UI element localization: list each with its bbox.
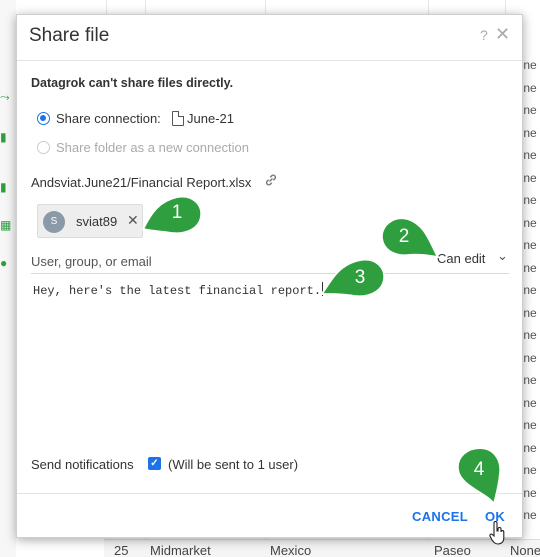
chip-close-icon[interactable]: ✕ <box>127 212 139 229</box>
grid-cell: Mexico <box>270 543 312 557</box>
connection-name: June-21 <box>187 111 234 126</box>
avatar: S <box>43 211 65 233</box>
callout-number: 2 <box>398 226 410 247</box>
message-text: Hey, here's the latest financial report. <box>33 284 322 298</box>
grid-cell: Paseo <box>434 543 471 557</box>
link-icon-svg <box>265 174 277 186</box>
recipient-name: sviat89 <box>76 214 118 229</box>
callout-number: 3 <box>354 267 366 288</box>
help-icon[interactable]: ? <box>480 27 488 43</box>
grid-cell: None <box>510 543 540 557</box>
left-toolbar: ⤳ ▮ ▮ ▦ ● <box>0 0 16 557</box>
callout-marker-1: 1 <box>141 193 205 242</box>
grid-icon: ▦ <box>0 218 12 232</box>
callout-number: 4 <box>473 459 485 480</box>
file-path: Andsviat.June21/Financial Report.xlsx <box>31 175 252 190</box>
callout-number: 1 <box>171 202 183 223</box>
file-icon <box>172 111 184 126</box>
hand-cursor-svg <box>489 521 505 545</box>
scatter-icon: ⤳ <box>0 90 10 104</box>
dialog-title: Share file <box>29 25 110 46</box>
close-icon[interactable]: ✕ <box>495 24 510 45</box>
callout-marker-4: 4 <box>454 446 504 511</box>
share-folder-label[interactable]: Share folder as a new connection <box>56 140 249 155</box>
divider <box>31 273 509 274</box>
hand-cursor-icon <box>489 521 505 550</box>
checkbox-icon[interactable]: ✓ <box>148 457 161 470</box>
recipient-chip: S sviat89 ✕ <box>37 204 143 238</box>
divider <box>17 60 522 61</box>
map-pin-icon: ● <box>0 256 8 270</box>
callout-marker-3: 3 <box>320 256 388 305</box>
cancel-button[interactable]: CANCEL <box>412 509 468 524</box>
divider <box>17 493 522 494</box>
link-icon[interactable] <box>264 173 278 190</box>
grid-cell: Midmarket <box>150 543 211 557</box>
chevron-down-icon[interactable]: ⌄ <box>497 248 508 264</box>
share-file-dialog: Share file ? ✕ Datagrok can't share file… <box>16 14 523 538</box>
send-notifications-label: Send notifications <box>31 457 134 472</box>
permission-dropdown[interactable]: Can edit <box>437 251 485 266</box>
box-icon: ▮ <box>0 130 7 144</box>
warning-text: Datagrok can't share files directly. <box>31 76 234 90</box>
share-connection-label[interactable]: Share connection: <box>56 111 161 126</box>
bar-icon: ▮ <box>0 180 7 194</box>
row-number: 25 <box>114 543 129 557</box>
share-folder-radio[interactable] <box>37 141 50 154</box>
notifications-note: (Will be sent to 1 user) <box>168 457 299 472</box>
share-connection-radio[interactable] <box>37 112 50 125</box>
message-textarea[interactable]: Hey, here's the latest financial report. <box>33 282 324 298</box>
